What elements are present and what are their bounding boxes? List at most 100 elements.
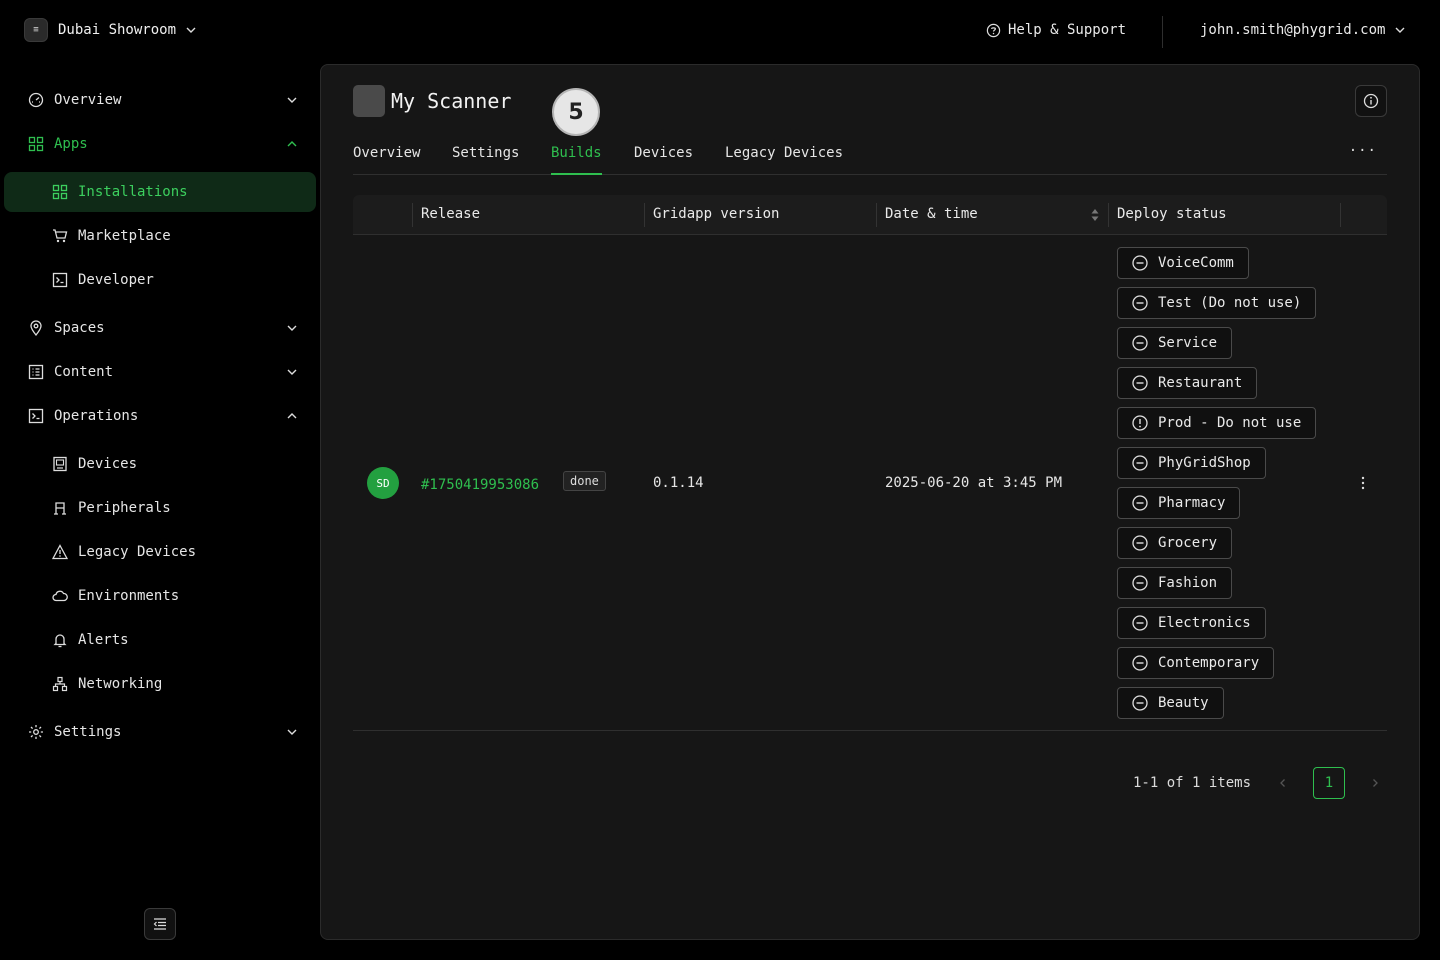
alert-circle-icon [1132,415,1148,431]
chevron-up-icon [287,141,297,147]
tab-builds[interactable]: Builds [551,143,602,175]
sidebar-item-label: Networking [78,676,163,692]
list-icon [27,363,45,381]
app-tabs: Overview Settings Builds Devices Legacy … [353,143,1387,175]
minus-circle-icon [1132,575,1148,591]
minus-circle-icon [1132,455,1148,471]
sidebar-item-overview[interactable]: Overview [4,80,316,120]
next-page-button[interactable] [1365,773,1385,793]
user-email: john.smith@phygrid.com [1200,22,1386,38]
column-header-gridapp-version[interactable]: Gridapp version [653,206,779,222]
sidebar-item-legacy-devices[interactable]: Legacy Devices [4,532,316,572]
chevron-down-icon [287,97,297,103]
deploy-status-chip[interactable]: Prod - Do not use [1117,407,1317,439]
apps-grid-icon [51,183,69,201]
deploy-status-chip[interactable]: Test (Do not use) [1117,287,1317,319]
chevron-down-icon [186,27,196,33]
column-divider [1108,203,1109,227]
sidebar-item-marketplace[interactable]: Marketplace [4,216,316,256]
workspace-logo-icon: ≡ [24,18,48,42]
deploy-environment-label: PhyGridShop [1158,455,1251,471]
sidebar-item-developer[interactable]: Developer [4,260,316,300]
deploy-status-chip[interactable]: Restaurant [1117,367,1258,399]
deploy-environment-label: Beauty [1158,695,1209,711]
deploy-environment-label: VoiceComm [1158,255,1234,271]
deploy-status-chip[interactable]: Fashion [1117,567,1233,599]
sidebar-item-peripherals[interactable]: Peripherals [4,488,316,528]
gridapp-version: 0.1.14 [653,475,704,491]
tab-devices[interactable]: Devices [634,143,693,175]
page-number-button[interactable]: 1 [1313,767,1346,799]
sidebar-item-content[interactable]: Content [4,352,316,392]
column-divider [876,203,877,227]
tab-settings[interactable]: Settings [452,143,519,175]
deploy-status-chip[interactable]: Grocery [1117,527,1233,559]
column-header-date-time[interactable]: Date & time [885,206,978,222]
previous-page-button[interactable] [1273,773,1293,793]
app-detail-panel: My Scanner 5 Overview Settings Builds De… [320,64,1420,940]
user-menu[interactable]: john.smith@phygrid.com [1200,22,1405,38]
sidebar-item-label: Legacy Devices [78,544,197,560]
sort-icon[interactable] [1090,207,1100,223]
workspace-switcher[interactable]: ≡ Dubai Showroom [24,18,196,42]
tab-legacy-devices[interactable]: Legacy Devices [725,143,843,175]
minus-circle-icon [1132,695,1148,711]
kebab-menu-icon [1361,476,1365,490]
tab-overview[interactable]: Overview [353,143,420,175]
deploy-status-chip[interactable]: Service [1117,327,1233,359]
deploy-status-chip[interactable]: PhyGridShop [1117,447,1266,479]
page-title: My Scanner [391,89,512,113]
sidebar-item-networking[interactable]: Networking [4,664,316,704]
deploy-environment-label: Pharmacy [1158,495,1226,511]
column-divider [412,203,413,227]
deploy-environment-label: Prod - Do not use [1158,415,1302,431]
info-button[interactable] [1355,85,1387,117]
sidebar-item-label: Peripherals [78,500,171,516]
sidebar-item-label: Settings [54,724,122,740]
sidebar-item-operations[interactable]: Operations [4,396,316,436]
column-header-release[interactable]: Release [421,206,480,222]
deploy-status-chip[interactable]: Pharmacy [1117,487,1241,519]
minus-circle-icon [1132,335,1148,351]
deploy-status-chip[interactable]: Beauty [1117,687,1224,719]
sidebar-item-apps[interactable]: Apps [4,124,316,164]
sidebar-item-installations[interactable]: Installations [4,172,316,212]
sidebar-item-label: Content [54,364,114,380]
sidebar-item-devices[interactable]: Devices [4,444,316,484]
terminal-icon [27,407,45,425]
status-badge: done [563,471,606,491]
help-support-link[interactable]: Help & Support [986,22,1126,38]
apps-grid-icon [27,135,45,153]
gauge-icon [27,91,45,109]
map-pin-icon [27,319,45,337]
network-icon [51,675,69,693]
deploy-environment-label: Restaurant [1158,375,1243,391]
deploy-environment-label: Test (Do not use) [1158,295,1302,311]
collapse-sidebar-button[interactable] [144,908,176,940]
sidebar-item-spaces[interactable]: Spaces [4,308,316,348]
chevron-down-icon [287,325,297,331]
minus-circle-icon [1132,535,1148,551]
minus-circle-icon [1132,495,1148,511]
sidebar-item-label: Spaces [54,320,105,336]
chevron-down-icon [1395,27,1405,33]
deploy-status-chip[interactable]: VoiceComm [1117,247,1249,279]
sidebar-item-alerts[interactable]: Alerts [4,620,316,660]
cloud-icon [51,587,69,605]
deploy-status-chip[interactable]: Electronics [1117,607,1266,639]
deploy-environment-label: Grocery [1158,535,1218,551]
help-circle-icon [986,23,1001,37]
deploy-environment-label: Fashion [1158,575,1218,591]
sidebar-item-settings[interactable]: Settings [4,712,316,752]
release-link[interactable]: #1750419953086 [421,477,539,493]
top-bar: ≡ Dubai Showroom Help & Support john.smi… [0,0,1440,64]
device-icon [51,455,69,473]
column-divider [1340,203,1341,227]
column-header-deploy-status[interactable]: Deploy status [1117,206,1227,222]
row-actions-button[interactable] [1357,475,1369,491]
sidebar-item-environments[interactable]: Environments [4,576,316,616]
deploy-status-chip[interactable]: Contemporary [1117,647,1275,679]
more-options-button[interactable]: ··· [1349,143,1377,159]
sidebar-item-label: Marketplace [78,228,171,244]
info-icon [1363,93,1379,109]
